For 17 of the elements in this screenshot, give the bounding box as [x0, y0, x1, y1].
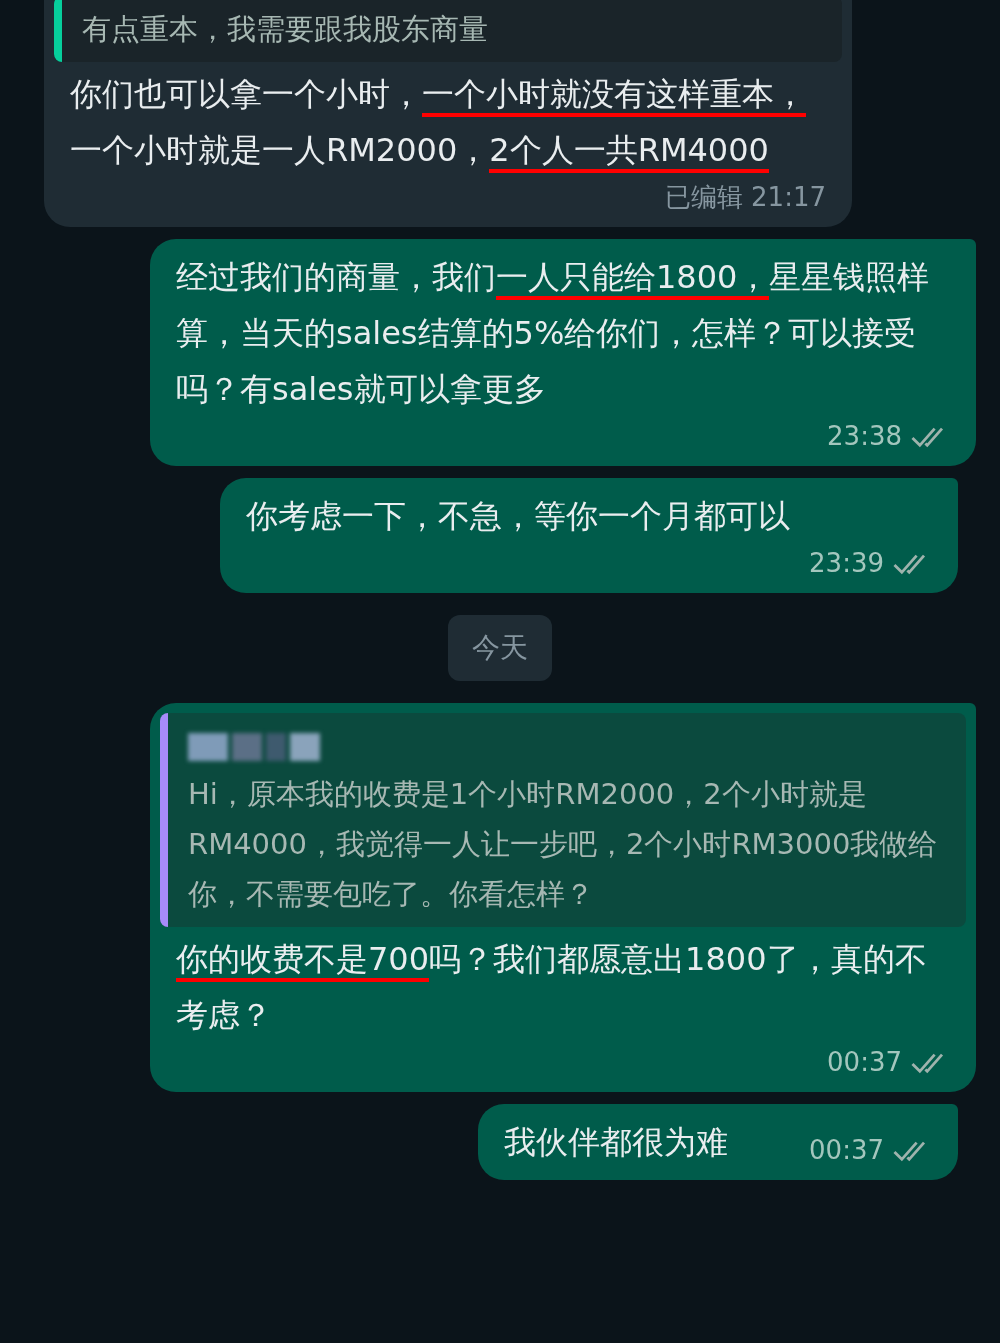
edited-label: 已编辑	[665, 181, 744, 214]
message-text: 你们也可以拿一个小时，一个小时就没有这样重本， 一个小时就是一人RM2000，2个人一共RM4000	[70, 66, 826, 178]
quoted-text: Hi，原本我的收费是1个小时RM2000，2个小时就是RM4000，我觉得一人让一步吧，2个小时RM3000我做给你，不需要包吃了。你看怎样？	[188, 776, 939, 913]
message-time: 23:39	[809, 547, 884, 580]
message-time: 00:37	[827, 1046, 902, 1079]
date-chip: 今天	[448, 615, 552, 681]
quoted-message[interactable]: 有点重本，我需要跟我股东商量	[54, 0, 842, 62]
message-text: 你的收费不是700吗？我们都愿意出1800了，真的不考虑？	[176, 939, 928, 1036]
message-time: 23:38	[827, 420, 902, 453]
message-text: 经过我们的商量，我们一人只能给1800，星星钱照样算，当天的sales结算的5%给你们，怎样？可以接受吗？有sales就可以拿更多	[176, 257, 931, 410]
quoted-text: 有点重本，我需要跟我股东商量	[82, 11, 488, 48]
quoted-message[interactable]: Hi，原本我的收费是1个小时RM2000，2个小时就是RM4000，我觉得一人让一步吧，2个小时RM3000我做给你，不需要包吃了。你看怎样？	[160, 713, 966, 927]
message-text: 我伙伴都很为难	[504, 1122, 728, 1163]
message-time: 00:37	[809, 1134, 884, 1167]
message-text: 你考虑一下，不急，等你一个月都可以	[246, 496, 790, 537]
message-time: 21:17	[751, 181, 826, 214]
quote-bar	[54, 0, 62, 62]
